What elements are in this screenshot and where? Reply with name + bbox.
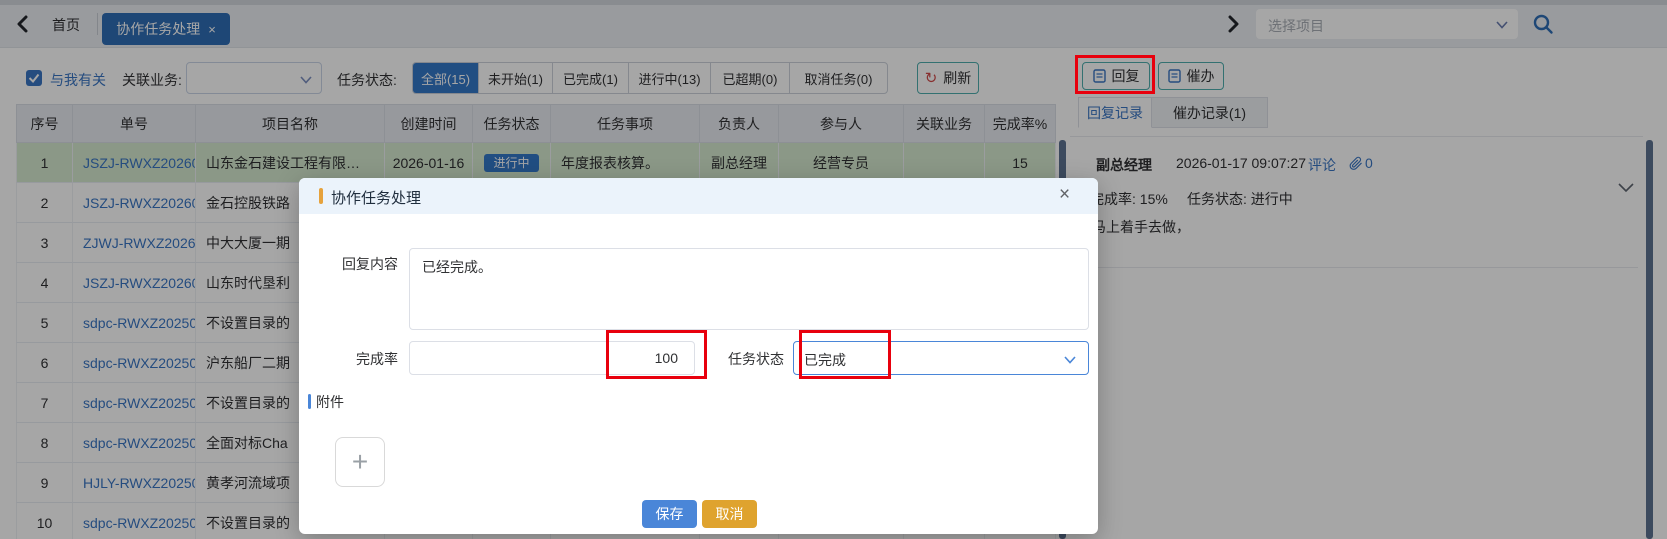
reply-content-value: 已经完成。 — [410, 249, 1088, 285]
modal-title: 协作任务处理 — [331, 187, 421, 208]
save-button[interactable]: 保存 — [642, 500, 697, 528]
upload-attachment-button[interactable]: + — [335, 437, 385, 487]
completion-rate-label: 完成率 — [328, 349, 398, 369]
annotation-box-status-value — [799, 330, 891, 379]
reply-content-textarea[interactable]: 已经完成。 — [409, 248, 1089, 330]
plus-icon: + — [352, 446, 368, 478]
annotation-box-rate-value — [606, 330, 707, 379]
attachment-label: 附件 — [316, 392, 344, 412]
reply-content-label: 回复内容 — [328, 254, 398, 274]
attachment-marker — [308, 394, 311, 409]
task-status-field-label: 任务状态 — [728, 349, 784, 369]
annotation-box-reply-button — [1075, 55, 1155, 94]
cancel-button[interactable]: 取消 — [702, 500, 757, 528]
app-root: 首页 协作任务处理 × 选择项目 与我有关 关联业务: 任务状态: 全部(15)… — [0, 0, 1667, 539]
title-marker — [319, 188, 323, 204]
close-icon[interactable]: × — [1059, 184, 1070, 206]
chevron-down-icon — [1064, 356, 1076, 364]
